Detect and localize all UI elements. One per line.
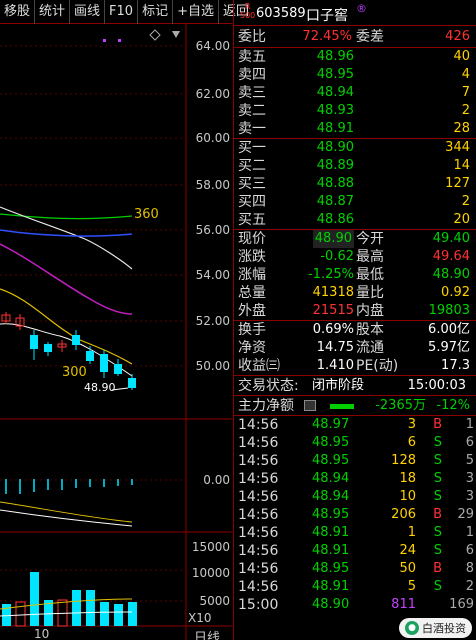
marker-dot [118, 39, 121, 42]
quote-row-volume: 总量 41318 量比 0.92 [238, 285, 470, 301]
buy-row[interactable]: 买五 48.86 20 [234, 211, 476, 229]
top-toolbar: 移股 统计 画线 F10 标记 +自选 返回 [0, 0, 249, 24]
toolbar-stats[interactable]: 统计 [35, 0, 71, 24]
buy-row[interactable]: 买三 48.88 127 [234, 175, 476, 193]
stock-header: R 500 603589 口子窖 ® [234, 0, 476, 26]
quote-panel: R 500 603589 口子窖 ® 委比 72.45% 委差 426 卖五 48.… [233, 0, 476, 640]
quote-fundamentals: 换手 0.69% 股本 6.00亿 净资 14.75 流通 5.97亿 收益㈢ 1.410 PE… [234, 321, 476, 376]
stock-name: 口子窖 [306, 8, 348, 24]
tick-row: 14:56 48.95 206 B 29 [238, 507, 474, 523]
sell-row[interactable]: 卖四 48.95 4 [234, 66, 476, 84]
wechat-icon: ● [405, 621, 419, 635]
quote-row-price: 现价 48.90 今开 49.40 [238, 230, 470, 248]
stock-code: 603589 [256, 6, 306, 21]
tick-row: 14:56 48.95 6 S 6 [238, 435, 474, 451]
price-tick: 56.00 [195, 223, 230, 237]
price-annotation: 48.90 [84, 381, 116, 394]
menu-icon[interactable] [304, 400, 316, 411]
flow-bar [330, 404, 354, 409]
buy-row[interactable]: 买一 48.90 344 [234, 139, 476, 157]
price-tick: 50.00 [195, 359, 230, 373]
buy-row[interactable]: 买四 48.87 2 [234, 193, 476, 211]
tick-row: 14:56 48.91 1 S 1 [238, 525, 474, 541]
quote-stats: 现价 48.90 今开 49.40 涨跌 -0.62 最高 49.64 涨幅 -1.25% 最低… [234, 230, 476, 321]
quote-row-turnover: 换手 0.69% 股本 6.00亿 [238, 322, 470, 338]
date-label: 10 [34, 627, 50, 640]
quote-row-eps: 收益㈢ 1.410 PE(动) 17.3 [238, 358, 470, 374]
registered-icon: ® [356, 2, 367, 15]
toolbar-mark[interactable]: 标记 [138, 0, 174, 24]
buy-orders: 买一 48.90 344 买二 48.89 14 买三 48.88 127 买四 48.87 2… [234, 139, 476, 230]
volume-tick: 5000 [199, 594, 230, 608]
tick-row: 14:56 48.97 3 B 1 [238, 417, 474, 433]
trade-status-row: 交易状态: 闭市阶段 15:00:03 [234, 376, 476, 396]
price-tick: 60.00 [195, 131, 230, 145]
volume-tick: 15000 [191, 540, 230, 554]
diamond-icon [149, 29, 161, 41]
price-tick: 54.00 [195, 268, 230, 282]
ma-label-360: 360 [134, 207, 159, 222]
quote-row-outer: 外盘 21515 内盘 19803 [238, 303, 470, 319]
main-flow-row: 主力净额 -2365万 -12% [234, 396, 476, 416]
sell-row[interactable]: 卖一 48.91 28 [234, 120, 476, 138]
watermark: ● 白酒投资 [399, 618, 472, 638]
tick-row: 14:56 48.95 50 B 8 [238, 561, 474, 577]
volume-ma-white [0, 611, 133, 617]
buy-row[interactable]: 买二 48.89 14 [234, 157, 476, 175]
tick-row: 14:56 48.91 5 S 2 [238, 579, 474, 595]
indicator-tick: 0.00 [203, 473, 230, 487]
triangle-down-icon [172, 31, 180, 38]
toolbar-add-watchlist[interactable]: +自选 [173, 0, 219, 24]
stock-badge: R 500 [240, 2, 256, 20]
toolbar-draw-line[interactable]: 画线 [70, 0, 106, 24]
weibi-row: 委比 72.45% 委差 426 [234, 26, 476, 48]
tick-row: 14:56 48.94 18 S 3 [238, 471, 474, 487]
kline-chart[interactable]: 64.00 62.00 60.00 58.00 56.00 54.00 52.0… [0, 24, 232, 640]
tick-row: 14:56 48.91 24 S 6 [238, 543, 474, 559]
price-tick: 62.00 [195, 87, 230, 101]
toolbar-f10[interactable]: F10 [105, 0, 139, 24]
marker-dot [103, 39, 106, 42]
price-tick: 58.00 [195, 178, 230, 192]
toolbar-move-stock[interactable]: 移股 [0, 0, 36, 24]
sell-row[interactable]: 卖五 48.96 40 [234, 48, 476, 66]
tick-row: 14:56 48.94 10 S 3 [238, 489, 474, 505]
tick-list[interactable]: 14:56 48.97 3 B 1 14:56 48.95 6 S 6 14:56 48.95 12… [234, 416, 476, 614]
ma-label-300: 300 [62, 365, 87, 380]
quote-row-change: 涨跌 -0.62 最高 49.64 [238, 249, 470, 265]
volume-unit: X10 [188, 611, 212, 625]
sell-orders: 卖五 48.96 40 卖四 48.95 4 卖三 48.94 7 卖二 48.93 2 卖一 4… [234, 48, 476, 139]
ma-line-blue [0, 229, 133, 237]
tick-row: 14:56 48.95 128 S 5 [238, 453, 474, 469]
quote-row-netasset: 净资 14.75 流通 5.97亿 [238, 340, 470, 356]
price-tick: 52.00 [195, 314, 230, 328]
indicator-bars [5, 479, 133, 494]
sell-row[interactable]: 卖二 48.93 2 [234, 102, 476, 120]
price-tick: 64.00 [195, 39, 230, 53]
volume-tick: 10000 [191, 566, 230, 580]
period-button[interactable]: 日线 [194, 627, 220, 640]
quote-row-pct: 涨幅 -1.25% 最低 48.90 [238, 267, 470, 283]
sell-row[interactable]: 卖三 48.94 7 [234, 84, 476, 102]
tick-row: 15:00 48.90 811 169 [238, 597, 474, 613]
